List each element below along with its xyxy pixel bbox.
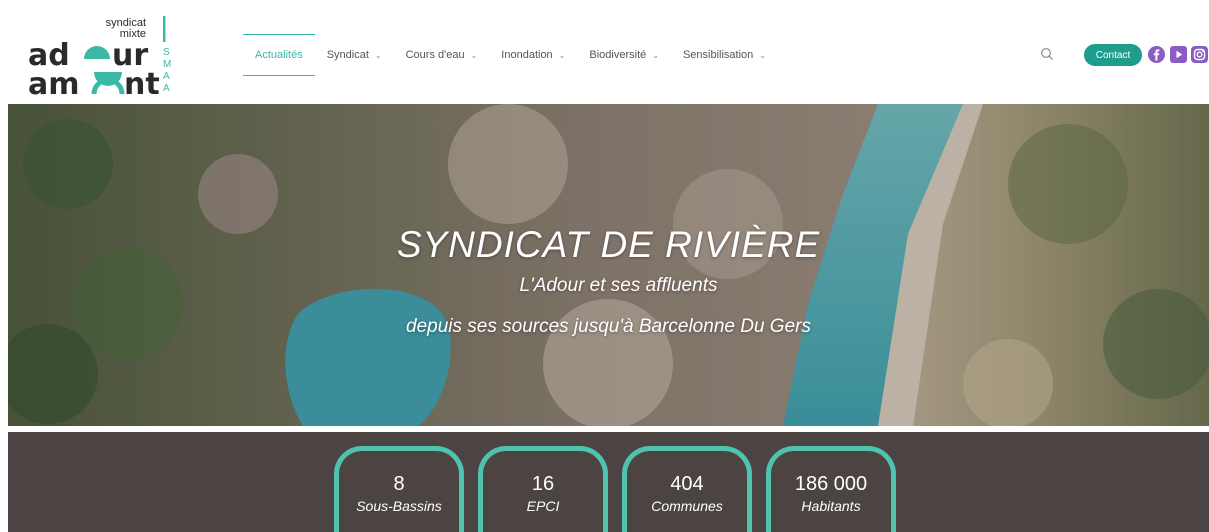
nav-item-label: Actualités (255, 49, 303, 61)
site-header: syndicat mixte ad ur am nt S M A A Actua… (0, 0, 1209, 104)
logo-word-nt: nt (124, 67, 160, 100)
stat-label: EPCI (526, 498, 560, 514)
stat-habitants: 186 000 Habitants (766, 446, 896, 532)
chevron-down-icon: ⌄ (652, 50, 659, 60)
stat-label: Sous-Bassins (356, 498, 442, 514)
nav-item-biodiversite[interactable]: Biodiversité ⌄ (577, 34, 671, 76)
contact-button[interactable]: Contact (1084, 44, 1142, 66)
nav-item-label: Biodiversité (589, 49, 647, 61)
chevron-down-icon: ⌄ (558, 50, 566, 60)
hero-subtitle-2: depuis ses sources jusqu'à Barcelonne Du… (406, 316, 811, 337)
stat-sous-bassins: 8 Sous-Bassins (334, 446, 464, 532)
nav-item-sensibilisation[interactable]: Sensibilisation ⌄ (671, 34, 778, 76)
facebook-icon[interactable] (1148, 46, 1165, 63)
page: syndicat mixte ad ur am nt S M A A Actua… (0, 0, 1209, 532)
stat-epci: 16 EPCI (478, 446, 608, 532)
stat-value: 186 000 (794, 473, 868, 495)
nav-item-inondation[interactable]: Inondation ⌄ (489, 34, 577, 76)
logo-half-circle-top (84, 46, 110, 59)
nav-item-label: Inondation (501, 49, 553, 61)
stat-value: 16 (531, 473, 555, 495)
nav-item-actualites[interactable]: Actualités (243, 34, 315, 76)
stat-label: Habitants (801, 498, 861, 514)
youtube-icon[interactable] (1170, 46, 1187, 63)
logo-ring (91, 77, 125, 95)
chevron-down-icon: ⌄ (374, 50, 382, 60)
logo-side-a1: A (163, 71, 170, 82)
chevron-down-icon: ⌄ (470, 50, 478, 60)
logo-word-am: am (28, 67, 80, 100)
hero-title: SYNDICAT DE RIVIÈRE (396, 224, 821, 265)
hero-banner: SYNDICAT DE RIVIÈRE L'Adour et ses afflu… (8, 104, 1209, 426)
search-icon[interactable] (1040, 47, 1054, 61)
chevron-down-icon: ⌄ (759, 50, 766, 60)
nav-item-label: Sensibilisation (682, 49, 754, 61)
site-logo[interactable]: syndicat mixte ad ur am nt S M A A (22, 10, 182, 100)
logo-side-a2: A (163, 83, 170, 94)
stat-value: 404 (670, 473, 704, 495)
stats-band: 8 Sous-Bassins 16 EPCI 404 Communes 186 … (8, 432, 1209, 532)
stat-communes: 404 Communes (622, 446, 752, 532)
nav-item-syndicat[interactable]: Syndicat ⌄ (315, 34, 394, 76)
stat-label: Communes (651, 498, 723, 514)
main-nav: Actualités Syndicat ⌄ Cours d'eau ⌄ Inon… (243, 34, 778, 76)
logo-side-s: S (163, 47, 170, 58)
instagram-icon[interactable] (1191, 46, 1208, 63)
nav-item-label: Syndicat (326, 49, 369, 61)
logo-side-m: M (163, 59, 171, 70)
nav-item-label: Cours d'eau (405, 49, 465, 61)
logo-bar (163, 16, 166, 42)
nav-item-cours-d-eau[interactable]: Cours d'eau ⌄ (394, 34, 490, 76)
stat-value: 8 (393, 473, 405, 495)
hero-subtitle: L'Adour et ses affluents (519, 275, 718, 296)
